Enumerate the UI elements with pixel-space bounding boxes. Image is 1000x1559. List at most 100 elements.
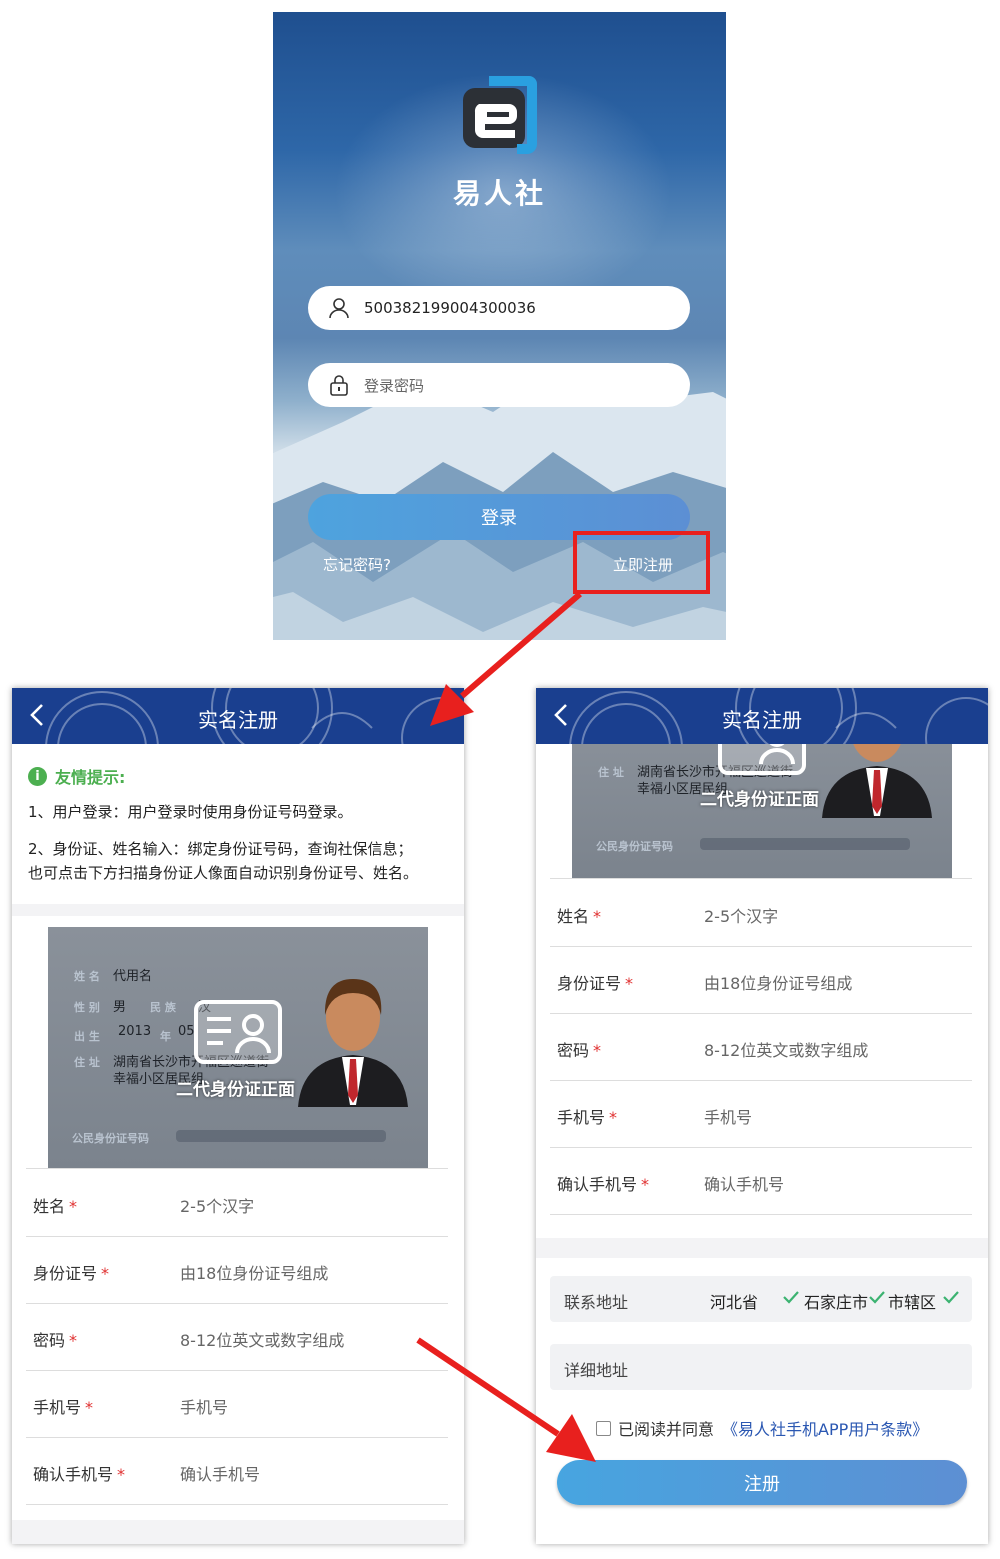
detail-address-placeholder: 详细地址: [564, 1361, 629, 1380]
name-placeholder: 2-5个汉字: [704, 907, 779, 926]
confirm-phone-placeholder: 确认手机号: [704, 1175, 785, 1194]
city-select[interactable]: 石家庄市: [804, 1289, 868, 1313]
confirm-phone-field[interactable]: 确认手机号 * 确认手机号: [550, 1148, 972, 1215]
field-label: 手机号 *: [557, 1108, 618, 1127]
phone-placeholder: 手机号: [704, 1108, 753, 1127]
divider: [26, 1168, 448, 1169]
password-field[interactable]: 登录密码: [308, 363, 690, 407]
field-label: 身份证号 *: [557, 974, 634, 993]
id-number-field[interactable]: 身份证号 * 由18位身份证号组成: [550, 947, 972, 1014]
tip-line-3: 也可点击下方扫描身份证人像面自动识别身份证号、姓名。: [28, 864, 419, 882]
field-label: 身份证号 *: [33, 1264, 110, 1283]
check-icon: [943, 1291, 959, 1304]
header-bar: 实名注册: [12, 688, 464, 744]
divider: [550, 878, 972, 879]
agreement-text: 已阅读并同意: [618, 1420, 715, 1439]
id-number-label: 公民身份证号码: [72, 1132, 149, 1145]
page-title: 实名注册: [198, 708, 278, 732]
id-card-scan-button[interactable]: 住 址 湖南省长沙市开福区巡道街 幸福小区居民组 公民身份证号码 二代身份证正面: [572, 728, 952, 878]
field-label: 姓名 *: [33, 1197, 78, 1216]
agreement-checkbox[interactable]: [596, 1420, 611, 1436]
required-marker: *: [85, 1398, 94, 1417]
province-select[interactable]: 河北省: [710, 1289, 758, 1313]
confirm-phone-placeholder: 确认手机号: [180, 1465, 261, 1484]
id-number-field[interactable]: 身份证号 * 由18位身份证号组成: [26, 1237, 448, 1304]
password-placeholder: 登录密码: [364, 376, 425, 395]
name-placeholder: 2-5个汉字: [180, 1197, 255, 1216]
user-icon: [326, 295, 352, 321]
id-year-char: 年: [160, 1030, 171, 1043]
friendly-tips: i 友情提示: 1、用户登录：用户登录时使用身份证号码登录。 2、身份证、姓名输…: [12, 744, 464, 904]
field-label: 密码 *: [33, 1331, 78, 1350]
required-marker: *: [625, 974, 634, 993]
field-label: 确认手机号 *: [33, 1465, 126, 1484]
id-name-value: 代用名: [113, 969, 153, 984]
id-number-blurred: [700, 838, 910, 850]
portrait-avatar: [298, 979, 408, 1107]
id-card-caption: 二代身份证正面: [176, 1080, 295, 1100]
phone-field[interactable]: 手机号 * 手机号: [26, 1371, 448, 1438]
account-value: 500382199004300036: [364, 299, 536, 317]
name-field[interactable]: 姓名 * 2-5个汉字: [26, 1170, 448, 1237]
id-card-icon: [194, 1000, 282, 1064]
contact-address-row: 联系地址 河北省 石家庄市 市辖区: [550, 1276, 972, 1322]
brand-name: 易人社: [452, 177, 546, 210]
password-input-placeholder: 8-12位英文或数字组成: [704, 1041, 869, 1060]
field-label: 确认手机号 *: [557, 1175, 650, 1194]
district-select[interactable]: 市辖区: [888, 1289, 936, 1313]
tips-heading-label: 友情提示:: [55, 768, 126, 787]
password-input-placeholder: 8-12位英文或数字组成: [180, 1331, 345, 1350]
register-submit-button[interactable]: 注册: [557, 1460, 967, 1505]
id-number-blurred: [176, 1130, 386, 1142]
required-marker: *: [593, 1041, 602, 1060]
required-marker: *: [69, 1331, 78, 1350]
required-marker: *: [117, 1465, 126, 1484]
terms-link[interactable]: 《易人社手机APP用户条款》: [722, 1416, 928, 1440]
forgot-password-link[interactable]: 忘记密码?: [323, 554, 391, 575]
section-separator: [536, 1238, 988, 1258]
composite-screenshot: 易人社 500382199004300036 登录密码 登录 忘记密码? 立即注…: [0, 0, 1000, 1559]
required-marker: *: [641, 1175, 650, 1194]
app-logo-icon: [463, 76, 537, 154]
register-screen-top: 实名注册 i 友情提示: 1、用户登录：用户登录时使用身份证号码登录。 2、身份…: [12, 688, 464, 1544]
info-icon: i: [28, 766, 47, 786]
id-address-label: 住 址: [74, 1056, 100, 1069]
id-name-label: 姓 名: [74, 970, 100, 983]
register-highlight-box: [573, 531, 710, 594]
id-number-placeholder: 由18位身份证号组成: [704, 974, 853, 993]
password-input-field[interactable]: 密码 * 8-12位英文或数字组成: [26, 1304, 448, 1371]
id-gender-label: 性 别: [74, 1001, 100, 1014]
id-card-scan-button[interactable]: 姓 名 代用名 性 别 男 民 族 汉 出 生 2013 年 05 住 址 湖南…: [48, 927, 428, 1168]
field-label: 密码 *: [557, 1041, 602, 1060]
phone-field[interactable]: 手机号 * 手机号: [550, 1081, 972, 1148]
name-field[interactable]: 姓名 * 2-5个汉字: [550, 880, 972, 947]
id-card-caption: 二代身份证正面: [700, 790, 819, 810]
password-input-field[interactable]: 密码 * 8-12位英文或数字组成: [550, 1014, 972, 1081]
tip-line-1: 1、用户登录：用户登录时使用身份证号码登录。: [28, 803, 353, 821]
check-icon: [869, 1291, 885, 1304]
id-gender-value: 男: [113, 1000, 127, 1015]
confirm-phone-field[interactable]: 确认手机号 * 确认手机号: [26, 1438, 448, 1505]
tip-line-2: 2、身份证、姓名输入：绑定身份证号码，查询社保信息；: [28, 840, 413, 858]
section-separator: [12, 904, 464, 916]
phone-placeholder: 手机号: [180, 1398, 229, 1417]
detail-address-field[interactable]: 详细地址: [550, 1344, 972, 1390]
account-field[interactable]: 500382199004300036: [308, 286, 690, 330]
header-bar: 实名注册: [536, 688, 988, 744]
field-label: 姓名 *: [557, 907, 602, 926]
field-label: 手机号 *: [33, 1398, 94, 1417]
id-address-label: 住 址: [598, 766, 624, 779]
lock-icon: [326, 372, 352, 398]
id-birth-year: 2013: [118, 1024, 152, 1039]
required-marker: *: [69, 1197, 78, 1216]
id-ethnic-label: 民 族: [150, 1001, 176, 1014]
check-icon: [783, 1291, 799, 1304]
id-number-placeholder: 由18位身份证号组成: [180, 1264, 329, 1283]
page-title: 实名注册: [722, 708, 802, 732]
agreement-row: 已阅读并同意 《易人社手机APP用户条款》: [596, 1416, 928, 1440]
address-label: 联系地址: [564, 1293, 629, 1312]
required-marker: *: [101, 1264, 110, 1283]
required-marker: *: [593, 907, 602, 926]
id-number-label: 公民身份证号码: [596, 840, 673, 853]
tips-heading: i 友情提示:: [28, 764, 125, 788]
